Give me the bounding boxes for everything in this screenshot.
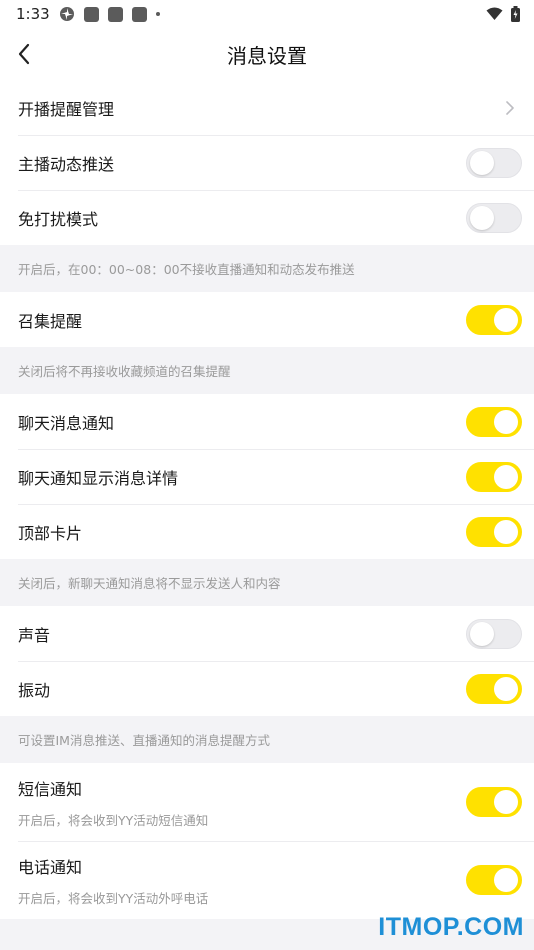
setting-label: 振动 [18, 680, 51, 700]
setting-row-chat-details: 聊天通知显示消息详情 [0, 449, 534, 504]
setting-label: 短信通知 [18, 779, 83, 799]
setting-row-gather-reminder: 召集提醒 [0, 292, 534, 347]
setting-label: 声音 [18, 625, 51, 645]
setting-label: 免打扰模式 [18, 209, 99, 229]
setting-text: 聊天通知显示消息详情 [18, 465, 178, 489]
settings-group: 聊天消息通知聊天通知显示消息详情 顶部卡片 [0, 394, 534, 559]
nav-bar: 消息设置 [0, 28, 534, 80]
setting-text: 短信通知开启后，将会收到YY活动短信通知 [18, 776, 208, 829]
setting-text: 免打扰模式 [18, 206, 98, 230]
watermark: ITMOP.COM [378, 913, 524, 941]
toggle-knob [494, 676, 518, 701]
do-not-disturb-toggle[interactable] [466, 202, 522, 233]
chevron-right-icon [506, 100, 514, 115]
status-right [486, 6, 520, 22]
back-button[interactable] [10, 38, 38, 70]
section-hint: 开启后，在00：00~08：00不接收直播通知和动态发布推送 [0, 245, 534, 292]
streamer-updates-toggle[interactable] [466, 147, 522, 178]
status-bar: 1:33 [0, 0, 534, 28]
page-title: 消息设置 [227, 43, 307, 68]
settings-group: 开播提醒管理 主播动态推送 免打扰模式 [0, 80, 534, 245]
section-hint: 关闭后，新聊天通知消息将不显示发送人和内容 [0, 559, 534, 606]
setting-label: 主播动态推送 [18, 154, 115, 174]
battery-icon [511, 6, 520, 22]
toggle-knob [494, 307, 518, 332]
sound-toggle[interactable] [466, 618, 522, 649]
chat-details-toggle[interactable] [466, 461, 522, 492]
vibration-toggle[interactable] [466, 673, 522, 704]
toggle-knob [494, 409, 518, 434]
settings-list: 开播提醒管理 主播动态推送 免打扰模式 开启后，在00：00~08：00不接收直播通知… [0, 80, 534, 919]
setting-text: 电话通知开启后，将会收到YY活动外呼电话 [18, 854, 208, 907]
setting-description: 开启后，将会收到YY活动短信通知 [18, 812, 209, 828]
toggle-knob [494, 790, 518, 814]
setting-text: 召集提醒 [18, 308, 82, 332]
setting-row-top-card: 顶部卡片 [0, 504, 534, 559]
setting-label: 顶部卡片 [18, 523, 83, 543]
settings-group: 召集提醒 [0, 292, 534, 347]
chevron-left-icon [18, 43, 30, 65]
notification-icon [83, 6, 99, 22]
setting-row-streamer-updates: 主播动态推送 [0, 135, 534, 190]
phone-notification-toggle[interactable] [466, 865, 522, 895]
top-card-toggle[interactable] [466, 516, 522, 547]
setting-row-sound: 声音 [0, 606, 534, 661]
status-left: 1:33 [16, 5, 160, 23]
setting-text: 主播动态推送 [18, 151, 114, 175]
toggle-knob [494, 868, 518, 892]
sms-notification-toggle[interactable] [466, 787, 522, 817]
setting-text: 聊天消息通知 [18, 410, 114, 434]
setting-row-phone-notification: 电话通知开启后，将会收到YY活动外呼电话 [0, 841, 534, 919]
setting-text: 开播提醒管理 [18, 96, 114, 120]
toggle-knob [470, 205, 494, 230]
setting-label: 聊天消息通知 [18, 413, 115, 433]
setting-label: 聊天通知显示消息详情 [18, 468, 179, 488]
setting-label: 召集提醒 [18, 311, 83, 331]
notification-icon [131, 6, 147, 22]
setting-text: 振动 [18, 677, 50, 701]
setting-label: 开播提醒管理 [18, 99, 115, 119]
notification-icon [107, 6, 123, 22]
chat-notification-toggle[interactable] [466, 406, 522, 437]
pinwheel-icon [59, 7, 74, 21]
status-time: 1:33 [16, 5, 50, 23]
section-hint: 可设置IM消息推送、直播通知的消息提醒方式 [0, 716, 534, 763]
settings-group: 短信通知开启后，将会收到YY活动短信通知电话通知开启后，将会收到YY活动外呼电话 [0, 763, 534, 919]
gather-reminder-toggle[interactable] [466, 304, 522, 335]
wifi-icon [486, 7, 503, 20]
setting-text: 顶部卡片 [18, 520, 82, 544]
settings-group: 声音 振动 [0, 606, 534, 716]
setting-row-sms-notification: 短信通知开启后，将会收到YY活动短信通知 [0, 763, 534, 841]
setting-text: 声音 [18, 622, 50, 646]
setting-row-chat-notification: 聊天消息通知 [0, 394, 534, 449]
setting-label: 电话通知 [18, 857, 83, 877]
setting-row-live-reminder-manage[interactable]: 开播提醒管理 [0, 80, 534, 135]
setting-row-do-not-disturb: 免打扰模式 [0, 190, 534, 245]
toggle-knob [494, 464, 518, 489]
section-hint: 关闭后将不再接收收藏频道的召集提醒 [0, 347, 534, 394]
toggle-knob [470, 150, 494, 175]
more-notifications-icon [155, 12, 160, 16]
toggle-knob [494, 519, 518, 544]
setting-description: 开启后，将会收到YY活动外呼电话 [18, 890, 209, 906]
setting-row-vibration: 振动 [0, 661, 534, 716]
toggle-knob [470, 621, 494, 646]
